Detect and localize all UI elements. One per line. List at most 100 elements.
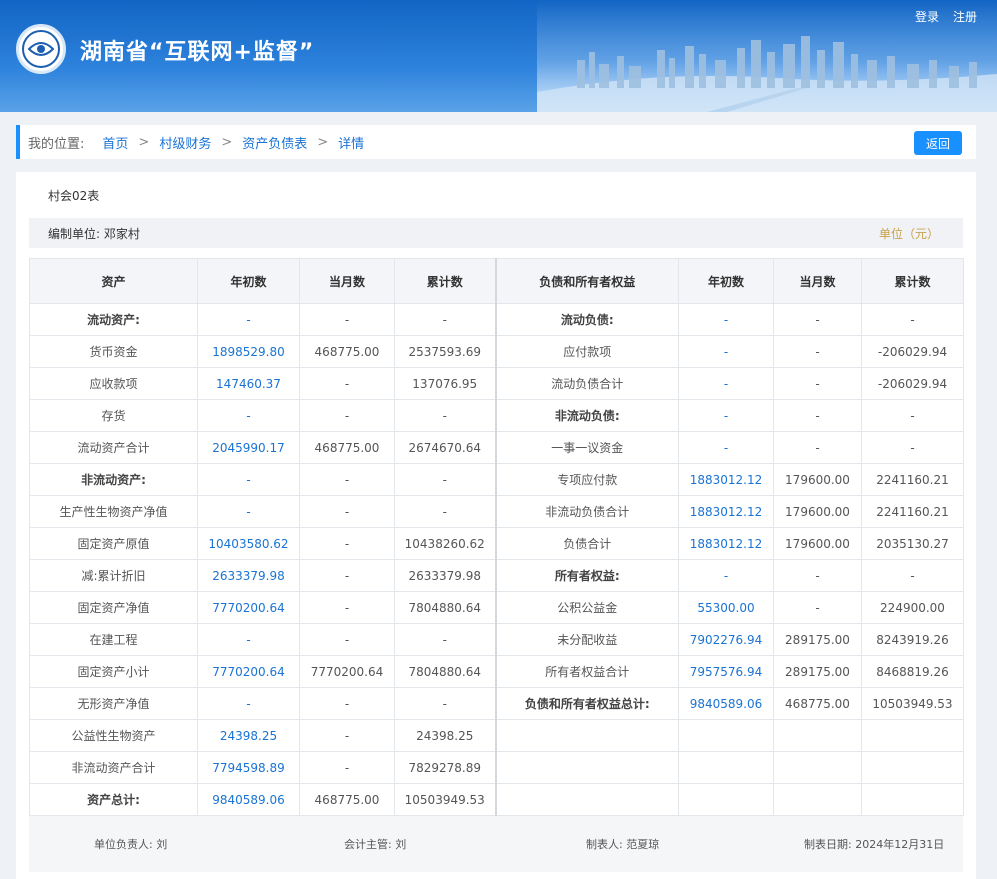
value-cell: 24398.25: [394, 719, 497, 752]
table-row: 固定资产原值 10403580.62-10438260.62 负债合计 1883012…: [29, 527, 964, 560]
breadcrumb-balance-sheet[interactable]: 资产负债表: [242, 133, 307, 152]
row-label-cell: 无形资产净值: [29, 687, 198, 720]
unit-row: 编制单位: 邓家村 单位（元）: [29, 218, 963, 248]
value-cell: -: [299, 687, 395, 720]
table-row: 非流动资产: - - - 专项应付款 1883012.12 179600.00 2241160…: [29, 463, 964, 496]
table-row: 生产性生物资产净值 - - - 非流动负债合计 1883012.12 179600.00 22…: [29, 495, 964, 528]
form-number: 村会02表: [48, 189, 100, 203]
value-cell: 179600.00: [773, 495, 862, 528]
table-row: 无形资产净值 - - - 负债和所有者权益总计: 9840589.06 468775.00 1…: [29, 687, 964, 720]
value-cell[interactable]: -: [678, 303, 774, 336]
value-cell[interactable]: -: [678, 431, 774, 464]
unit-name: 邓家村: [103, 226, 140, 241]
breadcrumb: 我的位置: 首页 > 村级财务 > 资产负债表 > 详情 返回: [16, 125, 976, 159]
value-cell: -: [299, 527, 395, 560]
prepared-by-unit: 编制单位: 邓家村: [48, 225, 140, 242]
value-cell[interactable]: 2045990.17: [197, 431, 300, 464]
value-cell: -: [861, 559, 964, 592]
value-cell[interactable]: 24398.25: [197, 719, 300, 752]
table-row: 资产总计: 9840589.06 468775.00 10503949.53: [29, 783, 964, 816]
value-cell[interactable]: 7902276.94: [678, 623, 774, 656]
login-link[interactable]: 登录: [915, 8, 939, 25]
value-cell[interactable]: 1883012.12: [678, 527, 774, 560]
table-row: 应收款项 147460.37-137076.95 流动负债合计 - - -206029.9…: [29, 367, 964, 400]
value-cell[interactable]: 9840589.06: [197, 783, 300, 816]
value-cell: 468775.00: [299, 335, 395, 368]
value-cell: -206029.94: [861, 367, 964, 400]
row-label-cell: 资产总计:: [29, 783, 198, 816]
row-label-cell: 生产性生物资产净值: [29, 495, 198, 528]
value-cell: 468775.00: [773, 687, 862, 720]
value-cell[interactable]: -: [678, 335, 774, 368]
value-cell[interactable]: 55300.00: [678, 591, 774, 624]
value-cell: -: [773, 431, 862, 464]
row-label-cell: 非流动负债:: [495, 399, 679, 432]
value-cell[interactable]: -: [678, 559, 774, 592]
row-label-cell: 货币资金: [29, 335, 198, 368]
chief-accountant: 会计主管: 刘: [344, 838, 407, 851]
value-cell: -: [394, 687, 497, 720]
row-label-cell: 负债合计: [495, 527, 679, 560]
row-label-cell: 固定资产小计: [29, 655, 198, 688]
value-cell: 2674670.64: [394, 431, 497, 464]
value-cell[interactable]: 1883012.12: [678, 495, 774, 528]
row-label-cell: 流动资产:: [29, 303, 198, 336]
value-cell[interactable]: 7770200.64: [197, 655, 300, 688]
currency-unit: 单位（元）: [878, 226, 939, 241]
value-cell: 10503949.53: [394, 783, 497, 816]
value-cell[interactable]: -: [197, 495, 300, 528]
value-cell[interactable]: 7957576.94: [678, 655, 774, 688]
breadcrumb-village-finance[interactable]: 村级财务: [159, 133, 211, 152]
value-cell: -: [394, 623, 497, 656]
value-cell: [678, 751, 774, 784]
value-cell: -: [299, 399, 395, 432]
value-cell[interactable]: -: [197, 463, 300, 496]
value-cell[interactable]: 7770200.64: [197, 591, 300, 624]
site-logo[interactable]: [16, 24, 66, 74]
row-label-cell: 流动负债:: [495, 303, 679, 336]
value-cell[interactable]: -: [197, 687, 300, 720]
row-label-cell: 流动资产合计: [29, 431, 198, 464]
value-cell[interactable]: 1883012.12: [678, 463, 774, 496]
value-cell: 10503949.53: [861, 687, 964, 720]
row-label-cell: 固定资产净值: [29, 591, 198, 624]
value-cell: [861, 719, 964, 752]
value-cell[interactable]: -: [197, 623, 300, 656]
value-cell[interactable]: 147460.37: [197, 367, 300, 400]
back-button[interactable]: 返回: [914, 131, 962, 155]
row-label-cell: 存货: [29, 399, 198, 432]
column-header: 当月数: [299, 258, 395, 304]
row-label-cell: 非流动负债合计: [495, 495, 679, 528]
value-cell: 468775.00: [299, 783, 395, 816]
row-label-cell: 负债和所有者权益总计:: [495, 687, 679, 720]
value-cell: 10438260.62: [394, 527, 497, 560]
value-cell: 2537593.69: [394, 335, 497, 368]
register-link[interactable]: 注册: [953, 8, 977, 25]
value-cell[interactable]: 7794598.89: [197, 751, 300, 784]
row-label-cell: 在建工程: [29, 623, 198, 656]
value-cell[interactable]: 10403580.62: [197, 527, 300, 560]
report-header: 村会02表 编制单位: 邓家村 单位（元）: [29, 182, 963, 248]
value-cell: 8468819.26: [861, 655, 964, 688]
value-cell[interactable]: -: [678, 399, 774, 432]
value-cell[interactable]: 1898529.80: [197, 335, 300, 368]
value-cell: -: [299, 495, 395, 528]
value-cell: 468775.00: [299, 431, 395, 464]
value-cell: -: [299, 367, 395, 400]
value-cell: -: [861, 303, 964, 336]
auth-links: 登录 注册: [915, 8, 977, 25]
breadcrumb-details[interactable]: 详情: [338, 133, 364, 152]
value-cell: 2241160.21: [861, 495, 964, 528]
value-cell[interactable]: 9840589.06: [678, 687, 774, 720]
value-cell[interactable]: 2633379.98: [197, 559, 300, 592]
breadcrumb-separator: >: [221, 134, 233, 150]
value-cell: -: [299, 591, 395, 624]
prepared-date: 制表日期: 2024年12月31日: [804, 838, 945, 851]
value-cell[interactable]: -: [678, 367, 774, 400]
column-header: 资产: [29, 258, 198, 304]
value-cell: -: [299, 719, 395, 752]
row-label-cell: [495, 719, 679, 752]
value-cell[interactable]: -: [197, 399, 300, 432]
breadcrumb-home[interactable]: 首页: [102, 133, 128, 152]
value-cell[interactable]: -: [197, 303, 300, 336]
